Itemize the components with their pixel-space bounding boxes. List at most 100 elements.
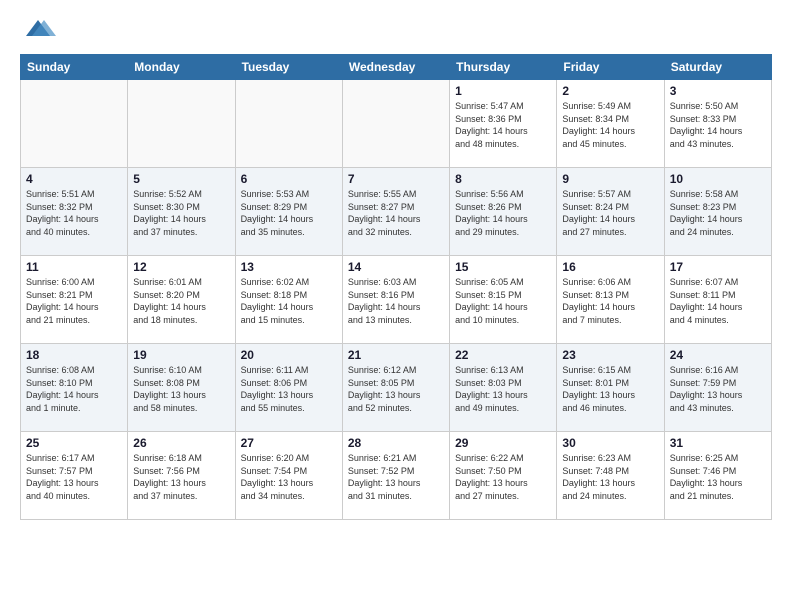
day-info: Sunrise: 5:47 AM Sunset: 8:36 PM Dayligh… [455,100,551,150]
day-number: 7 [348,172,444,186]
week-row-3: 11 Sunrise: 6:00 AM Sunset: 8:21 PM Dayli… [21,256,772,344]
calendar-container: SundayMondayTuesdayWednesdayThursdayFrid… [20,54,772,600]
day-info: Sunrise: 6:12 AM Sunset: 8:05 PM Dayligh… [348,364,444,414]
day-info: Sunrise: 6:07 AM Sunset: 8:11 PM Dayligh… [670,276,766,326]
day-info: Sunrise: 5:57 AM Sunset: 8:24 PM Dayligh… [562,188,658,238]
day-number: 19 [133,348,229,362]
day-info: Sunrise: 6:17 AM Sunset: 7:57 PM Dayligh… [26,452,122,502]
day-info: Sunrise: 6:06 AM Sunset: 8:13 PM Dayligh… [562,276,658,326]
header [20,16,772,44]
day-number: 2 [562,84,658,98]
day-number: 8 [455,172,551,186]
day-number: 5 [133,172,229,186]
day-info: Sunrise: 6:16 AM Sunset: 7:59 PM Dayligh… [670,364,766,414]
day-cell: 20 Sunrise: 6:11 AM Sunset: 8:06 PM Dayli… [235,344,342,432]
day-cell: 3 Sunrise: 5:50 AM Sunset: 8:33 PM Daylig… [664,80,771,168]
day-info: Sunrise: 6:21 AM Sunset: 7:52 PM Dayligh… [348,452,444,502]
day-info: Sunrise: 6:10 AM Sunset: 8:08 PM Dayligh… [133,364,229,414]
day-cell: 12Sunrise: 6:01 AM Sunset: 8:20 PM Dayli… [128,256,235,344]
day-header-monday: Monday [128,55,235,80]
day-number: 26 [133,436,229,450]
day-number: 3 [670,84,766,98]
day-header-friday: Friday [557,55,664,80]
day-cell: 31Sunrise: 6:25 AM Sunset: 7:46 PM Dayli… [664,432,771,520]
week-row-1: 1 Sunrise: 5:47 AM Sunset: 8:36 PM Daylig… [21,80,772,168]
logo [20,16,60,44]
day-cell: 13 Sunrise: 6:02 AM Sunset: 8:18 PM Dayli… [235,256,342,344]
day-info: Sunrise: 5:55 AM Sunset: 8:27 PM Dayligh… [348,188,444,238]
day-info: Sunrise: 5:52 AM Sunset: 8:30 PM Dayligh… [133,188,229,238]
day-cell: 6Sunrise: 5:53 AM Sunset: 8:29 PM Daylig… [235,168,342,256]
day-cell: 21Sunrise: 6:12 AM Sunset: 8:05 PM Dayli… [342,344,449,432]
day-cell: 4 Sunrise: 5:51 AM Sunset: 8:32 PM Daylig… [21,168,128,256]
day-cell: 9 Sunrise: 5:57 AM Sunset: 8:24 PM Daylig… [557,168,664,256]
day-info: Sunrise: 6:05 AM Sunset: 8:15 PM Dayligh… [455,276,551,326]
day-number: 18 [26,348,122,362]
day-cell [128,80,235,168]
week-row-2: 4 Sunrise: 5:51 AM Sunset: 8:32 PM Daylig… [21,168,772,256]
day-info: Sunrise: 6:13 AM Sunset: 8:03 PM Dayligh… [455,364,551,414]
day-cell: 28Sunrise: 6:21 AM Sunset: 7:52 PM Dayli… [342,432,449,520]
day-header-sunday: Sunday [21,55,128,80]
day-cell: 19 Sunrise: 6:10 AM Sunset: 8:08 PM Dayli… [128,344,235,432]
day-number: 1 [455,84,551,98]
day-number: 9 [562,172,658,186]
day-info: Sunrise: 6:25 AM Sunset: 7:46 PM Dayligh… [670,452,766,502]
day-cell: 26Sunrise: 6:18 AM Sunset: 7:56 PM Dayli… [128,432,235,520]
day-cell: 2 Sunrise: 5:49 AM Sunset: 8:34 PM Daylig… [557,80,664,168]
day-header-thursday: Thursday [450,55,557,80]
day-number: 16 [562,260,658,274]
day-number: 11 [26,260,122,274]
day-info: Sunrise: 5:50 AM Sunset: 8:33 PM Dayligh… [670,100,766,150]
day-info: Sunrise: 6:15 AM Sunset: 8:01 PM Dayligh… [562,364,658,414]
day-cell [342,80,449,168]
day-cell: 29 Sunrise: 6:22 AM Sunset: 7:50 PM Dayli… [450,432,557,520]
day-cell: 30 Sunrise: 6:23 AM Sunset: 7:48 PM Dayli… [557,432,664,520]
day-number: 25 [26,436,122,450]
day-number: 4 [26,172,122,186]
page: SundayMondayTuesdayWednesdayThursdayFrid… [0,0,792,612]
day-info: Sunrise: 6:00 AM Sunset: 8:21 PM Dayligh… [26,276,122,326]
day-info: Sunrise: 5:56 AM Sunset: 8:26 PM Dayligh… [455,188,551,238]
day-cell: 1 Sunrise: 5:47 AM Sunset: 8:36 PM Daylig… [450,80,557,168]
day-number: 14 [348,260,444,274]
day-number: 10 [670,172,766,186]
day-cell: 17 Sunrise: 6:07 AM Sunset: 8:11 PM Dayli… [664,256,771,344]
day-info: Sunrise: 6:02 AM Sunset: 8:18 PM Dayligh… [241,276,337,326]
day-cell: 15 Sunrise: 6:05 AM Sunset: 8:15 PM Dayli… [450,256,557,344]
day-cell: 22 Sunrise: 6:13 AM Sunset: 8:03 PM Dayli… [450,344,557,432]
day-number: 15 [455,260,551,274]
day-info: Sunrise: 6:23 AM Sunset: 7:48 PM Dayligh… [562,452,658,502]
day-number: 27 [241,436,337,450]
day-number: 13 [241,260,337,274]
day-cell: 27Sunrise: 6:20 AM Sunset: 7:54 PM Dayli… [235,432,342,520]
day-info: Sunrise: 5:58 AM Sunset: 8:23 PM Dayligh… [670,188,766,238]
day-cell: 7 Sunrise: 5:55 AM Sunset: 8:27 PM Daylig… [342,168,449,256]
day-number: 20 [241,348,337,362]
day-number: 29 [455,436,551,450]
calendar-table: SundayMondayTuesdayWednesdayThursdayFrid… [20,54,772,520]
header-row: SundayMondayTuesdayWednesdayThursdayFrid… [21,55,772,80]
day-cell: 5 Sunrise: 5:52 AM Sunset: 8:30 PM Daylig… [128,168,235,256]
day-cell: 18Sunrise: 6:08 AM Sunset: 8:10 PM Dayli… [21,344,128,432]
day-number: 17 [670,260,766,274]
day-info: Sunrise: 5:51 AM Sunset: 8:32 PM Dayligh… [26,188,122,238]
week-row-5: 25 Sunrise: 6:17 AM Sunset: 7:57 PM Dayli… [21,432,772,520]
day-number: 22 [455,348,551,362]
day-cell: 24 Sunrise: 6:16 AM Sunset: 7:59 PM Dayli… [664,344,771,432]
day-cell: 10 Sunrise: 5:58 AM Sunset: 8:23 PM Dayli… [664,168,771,256]
day-header-wednesday: Wednesday [342,55,449,80]
day-info: Sunrise: 5:49 AM Sunset: 8:34 PM Dayligh… [562,100,658,150]
day-number: 23 [562,348,658,362]
day-header-tuesday: Tuesday [235,55,342,80]
day-info: Sunrise: 6:11 AM Sunset: 8:06 PM Dayligh… [241,364,337,414]
day-cell: 23 Sunrise: 6:15 AM Sunset: 8:01 PM Dayli… [557,344,664,432]
day-number: 12 [133,260,229,274]
day-cell: 16 Sunrise: 6:06 AM Sunset: 8:13 PM Dayli… [557,256,664,344]
day-cell [235,80,342,168]
day-number: 24 [670,348,766,362]
day-info: Sunrise: 6:22 AM Sunset: 7:50 PM Dayligh… [455,452,551,502]
day-info: Sunrise: 5:53 AM Sunset: 8:29 PM Dayligh… [241,188,337,238]
day-number: 30 [562,436,658,450]
day-info: Sunrise: 6:03 AM Sunset: 8:16 PM Dayligh… [348,276,444,326]
